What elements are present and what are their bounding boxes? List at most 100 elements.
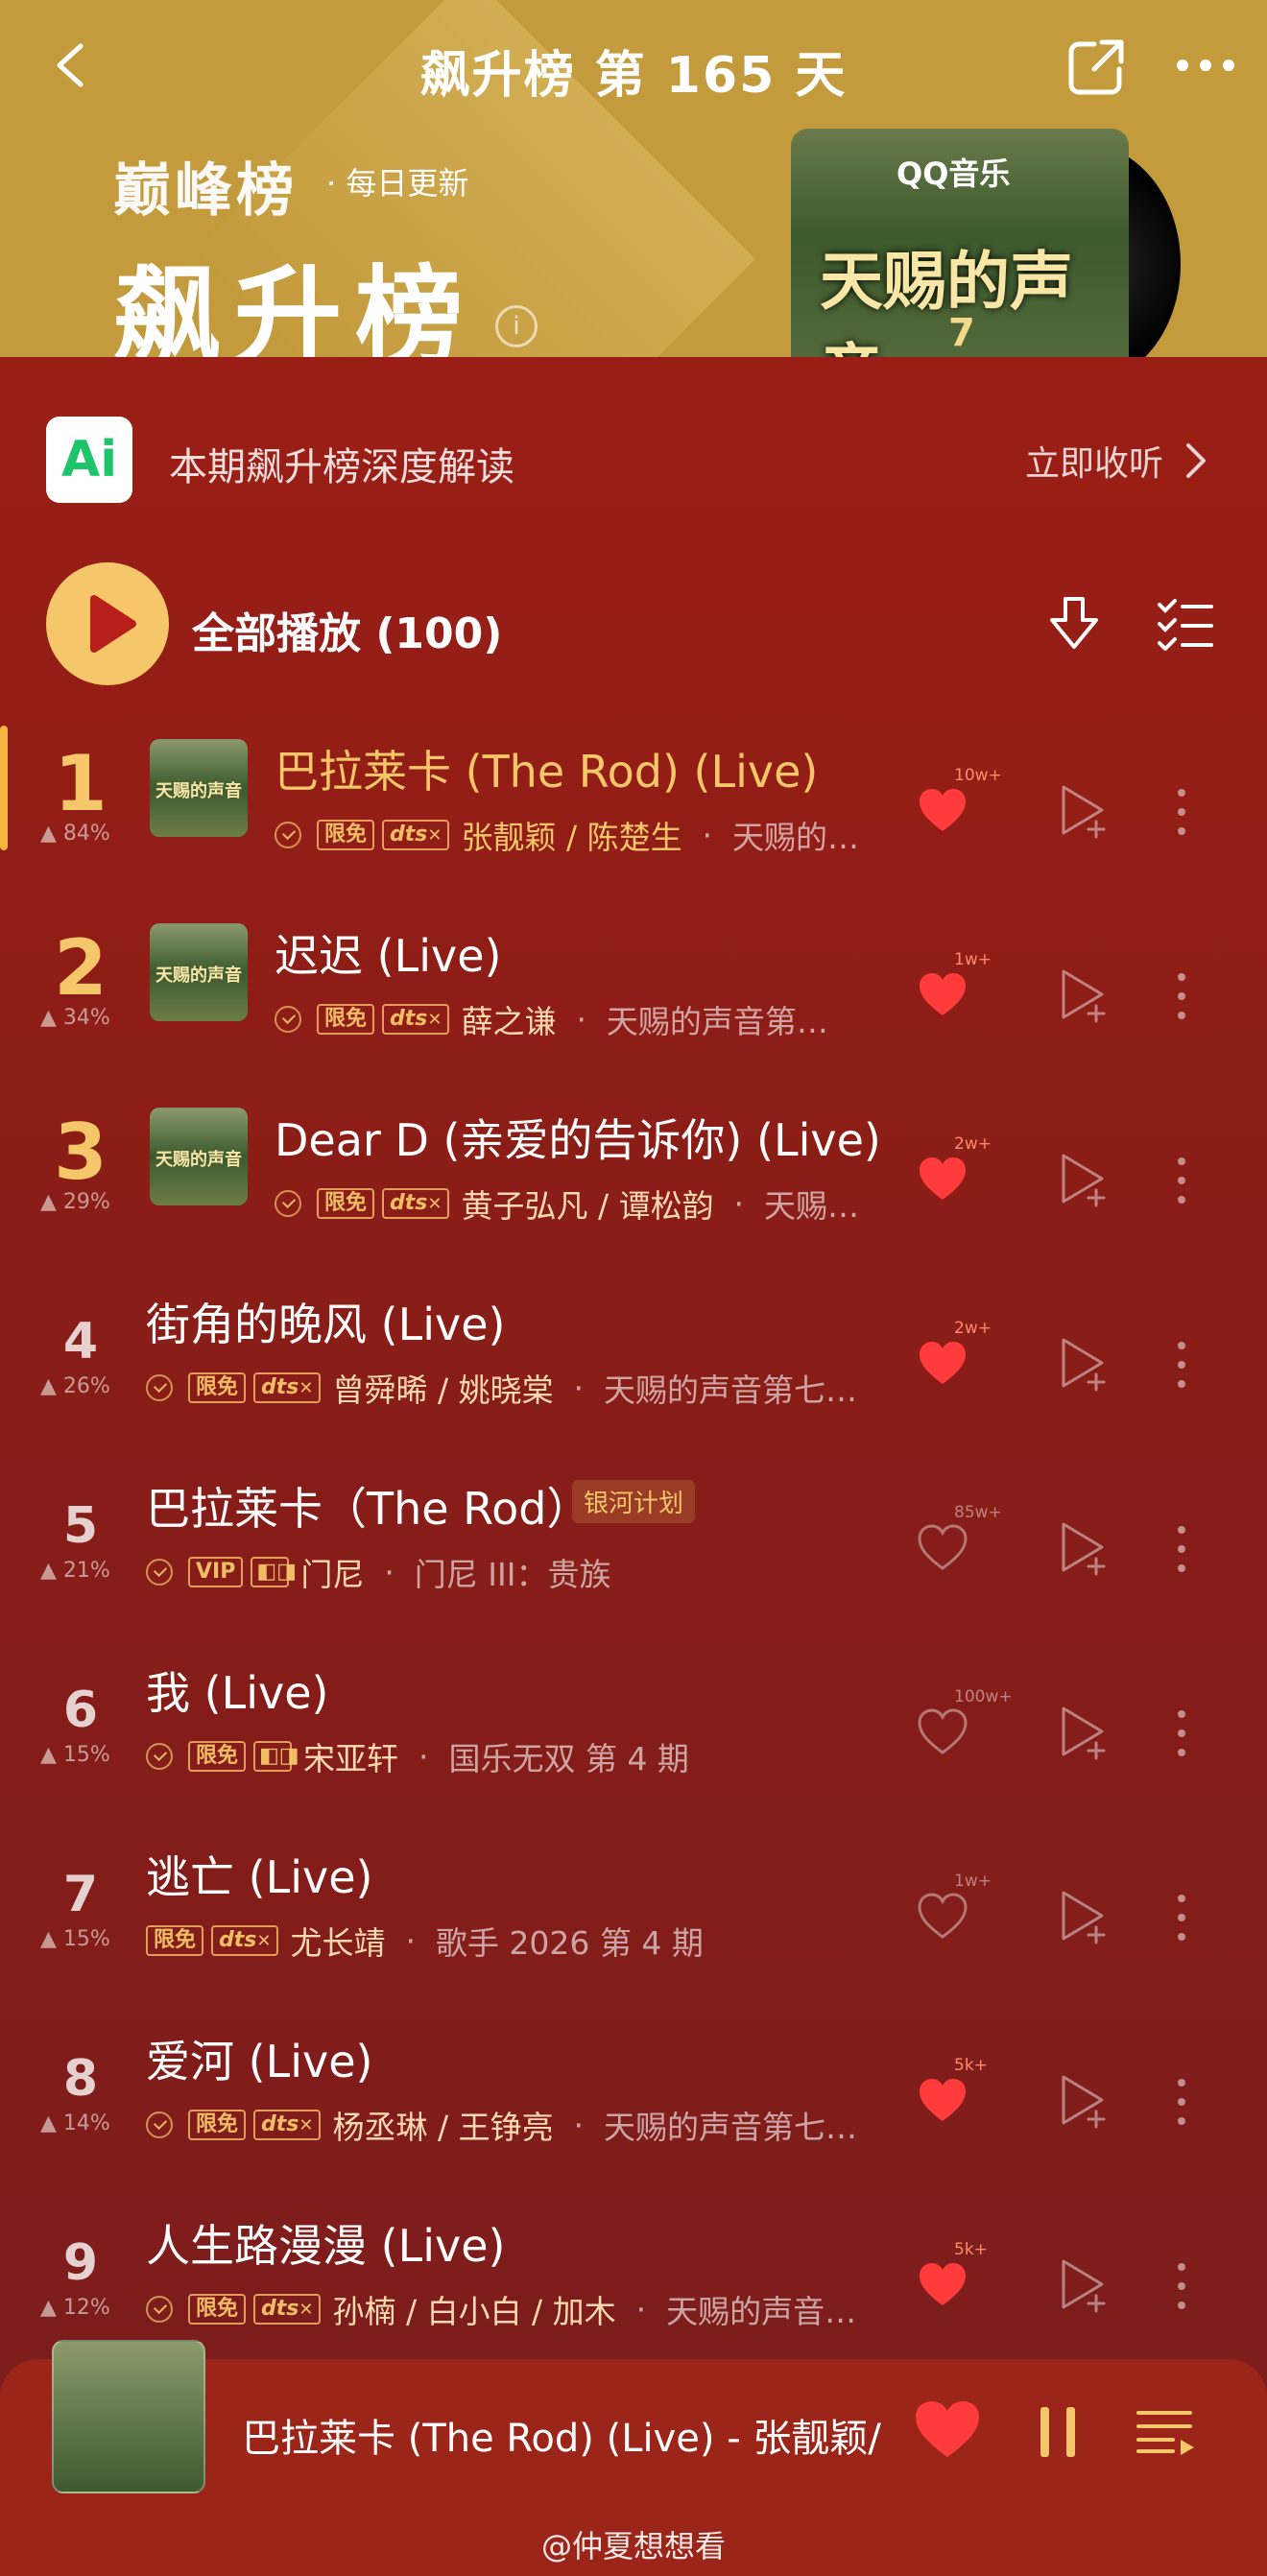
play-all-label: 全部播放 (100) bbox=[192, 609, 503, 658]
add-to-playlist-icon[interactable] bbox=[1058, 2073, 1110, 2129]
share-icon[interactable] bbox=[1065, 36, 1127, 98]
now-playing-title[interactable]: 巴拉莱卡 (The Rod) (Live) - 张靓颖/ bbox=[242, 2407, 883, 2463]
song-more-icon[interactable] bbox=[1177, 1338, 1186, 1392]
rank-trend: ▲ 84% bbox=[40, 822, 110, 846]
ai-banner-label: 本期飙升榜深度解读 bbox=[169, 445, 514, 489]
qq-music-logo: QQ音乐 bbox=[896, 155, 1011, 192]
add-to-playlist-icon[interactable] bbox=[1058, 1152, 1110, 1207]
heart-outline-icon[interactable] bbox=[918, 1893, 968, 1939]
quality-badge: 限免 bbox=[146, 1925, 204, 1956]
album-name: 天赐的声音第七… bbox=[604, 1371, 858, 1409]
song-more-icon[interactable] bbox=[1177, 2075, 1186, 2129]
add-to-playlist-icon[interactable] bbox=[1058, 2257, 1110, 2313]
add-to-playlist-icon[interactable] bbox=[1058, 1889, 1110, 1944]
liked-heart-icon[interactable] bbox=[918, 971, 968, 1017]
quality-badge: 限免 bbox=[317, 1004, 375, 1035]
rank-number: 9 bbox=[62, 2234, 99, 2292]
album-name: 天赐… bbox=[764, 1187, 860, 1225]
download-icon[interactable] bbox=[1046, 593, 1102, 655]
downloaded-check-icon bbox=[275, 1190, 301, 1217]
album-separator: · bbox=[713, 1184, 765, 1223]
song-more-icon[interactable] bbox=[1177, 785, 1186, 839]
like-count: 100w+ bbox=[954, 1687, 1013, 1706]
rank-number: 6 bbox=[62, 1682, 99, 1739]
add-to-playlist-icon[interactable] bbox=[1058, 1520, 1110, 1576]
liked-heart-icon[interactable] bbox=[918, 2261, 968, 2307]
rank-trend: ▲ 34% bbox=[40, 1006, 110, 1030]
quality-badge: 限免 bbox=[188, 1372, 247, 1403]
liked-heart-icon[interactable] bbox=[918, 1340, 968, 1386]
dtsx-badge: dts✕ bbox=[382, 1188, 450, 1219]
brand-label: 巅峰榜 bbox=[113, 157, 298, 225]
playlist-queue-icon[interactable] bbox=[1136, 2409, 1196, 2455]
ai-icon: Ai bbox=[46, 417, 132, 503]
song-row[interactable]: 3 ▲ 29% 天赐的声音 Dear D (亲爱的告诉你) (Live) 限免 dts✕ 黄… bbox=[0, 1096, 1267, 1280]
rank-number: 4 bbox=[62, 1313, 99, 1371]
song-meta: 限免 dts✕ 杨丞琳 / 王铮亮 · 天赐的声音第七… bbox=[146, 2102, 857, 2148]
rank-trend: ▲ 15% bbox=[40, 1743, 110, 1767]
album-separator: · bbox=[553, 2106, 605, 2144]
add-to-playlist-icon[interactable] bbox=[1058, 783, 1110, 839]
heart-outline-icon[interactable] bbox=[918, 1708, 968, 1754]
song-more-icon[interactable] bbox=[1177, 1522, 1186, 1576]
song-cover[interactable]: 天赐的声音 bbox=[150, 739, 248, 837]
pause-icon[interactable] bbox=[1037, 2405, 1079, 2459]
info-icon[interactable]: i bbox=[495, 305, 538, 347]
song-row[interactable]: 6 ▲ 15% 我 (Live) 限免 ◧◨ 宋亚轩 · 国乐无双 第 4 期 100w+ bbox=[0, 1649, 1267, 1833]
chevron-right-icon bbox=[1186, 443, 1206, 478]
multi-select-icon[interactable] bbox=[1156, 597, 1213, 651]
song-more-icon[interactable] bbox=[1177, 1706, 1186, 1760]
add-to-playlist-icon[interactable] bbox=[1058, 967, 1110, 1023]
rank-trend: ▲ 14% bbox=[40, 2111, 110, 2135]
album-separator: · bbox=[553, 1369, 605, 1407]
downloaded-check-icon bbox=[146, 1374, 173, 1401]
play-all-button[interactable] bbox=[46, 562, 169, 685]
artist-name: 孙楠 / 白小白 / 加木 bbox=[332, 2293, 616, 2330]
heart-outline-icon[interactable] bbox=[918, 1524, 968, 1570]
song-row[interactable]: 8 ▲ 14% 爱河 (Live) 限免 dts✕ 杨丞琳 / 王铮亮 · 天赐的声音第七… bbox=[0, 2017, 1267, 2202]
quality-badge: 限免 bbox=[188, 1741, 247, 1772]
song-more-icon[interactable] bbox=[1177, 969, 1186, 1023]
song-more-icon[interactable] bbox=[1177, 1154, 1186, 1207]
listen-now-link[interactable]: 立即收听 bbox=[1025, 436, 1163, 486]
liked-heart-icon[interactable] bbox=[918, 1156, 968, 1202]
liked-heart-icon[interactable] bbox=[918, 2077, 968, 2123]
song-title: 迟迟 (Live) bbox=[275, 930, 502, 982]
album-name: 天赐的声音第… bbox=[606, 1003, 828, 1040]
add-to-playlist-icon[interactable] bbox=[1058, 1336, 1110, 1392]
song-more-icon[interactable] bbox=[1177, 1891, 1186, 1944]
song-row[interactable]: 2 ▲ 34% 天赐的声音 迟迟 (Live) 限免 dts✕ 薛之谦 · 天赐的声音第… 1… bbox=[0, 912, 1267, 1096]
trend-percent: 29% bbox=[62, 1190, 110, 1214]
album-separator: · bbox=[556, 1000, 607, 1038]
downloaded-check-icon bbox=[275, 1006, 301, 1033]
song-meta: 限免 dts✕ 孙楠 / 白小白 / 加木 · 天赐的声音… bbox=[146, 2286, 856, 2332]
like-heart-icon[interactable] bbox=[914, 2399, 981, 2461]
artist-name: 薛之谦 bbox=[461, 1003, 557, 1040]
artist-name: 黄子弘凡 / 谭松韵 bbox=[461, 1187, 714, 1225]
song-row[interactable]: 7 ▲ 15% 逃亡 (Live) 限免 dts✕ 尤长靖 · 歌手 2026 第 4 期… bbox=[0, 1833, 1267, 2017]
rank-number: 3 bbox=[54, 1108, 108, 1197]
artist-name: 尤长靖 bbox=[290, 1924, 386, 1962]
liked-heart-icon[interactable] bbox=[918, 787, 968, 833]
rank-number: 5 bbox=[62, 1497, 99, 1555]
quality-badge: 限免 bbox=[317, 1188, 375, 1219]
song-row[interactable]: 1 ▲ 84% 天赐的声音 巴拉莱卡 (The Rod) (Live) 限免 dts✕ 张靓… bbox=[0, 727, 1267, 912]
chart-cover-image[interactable]: QQ音乐 天赐的声音 7 bbox=[791, 129, 1129, 357]
album-separator: · bbox=[385, 1921, 436, 1960]
dtsx-badge: dts✕ bbox=[253, 1372, 322, 1403]
now-playing-cover[interactable] bbox=[52, 2340, 205, 2493]
song-more-icon[interactable] bbox=[1177, 2259, 1186, 2313]
song-row[interactable]: 4 ▲ 26% 街角的晚风 (Live) 限免 dts✕ 曾舜晞 / 姚晓棠 · 天赐的声… bbox=[0, 1280, 1267, 1465]
song-row[interactable]: 5 ▲ 21% 巴拉莱卡（The Rod） 银河计划 VIP ◧◨ 门尼 · 门尼 III：… bbox=[0, 1465, 1267, 1649]
add-to-playlist-icon[interactable] bbox=[1058, 1705, 1110, 1760]
trend-percent: 14% bbox=[62, 2111, 110, 2135]
play-icon bbox=[90, 595, 136, 653]
galaxy-plan-badge: 银河计划 bbox=[572, 1480, 696, 1523]
like-count: 85w+ bbox=[954, 1503, 1002, 1522]
trend-percent: 84% bbox=[62, 822, 110, 846]
song-cover[interactable]: 天赐的声音 bbox=[150, 1108, 248, 1205]
rank-trend: ▲ 21% bbox=[40, 1559, 110, 1583]
song-cover[interactable]: 天赐的声音 bbox=[150, 923, 248, 1021]
more-options-icon[interactable] bbox=[1171, 54, 1240, 77]
like-count: 5k+ bbox=[954, 2056, 988, 2075]
